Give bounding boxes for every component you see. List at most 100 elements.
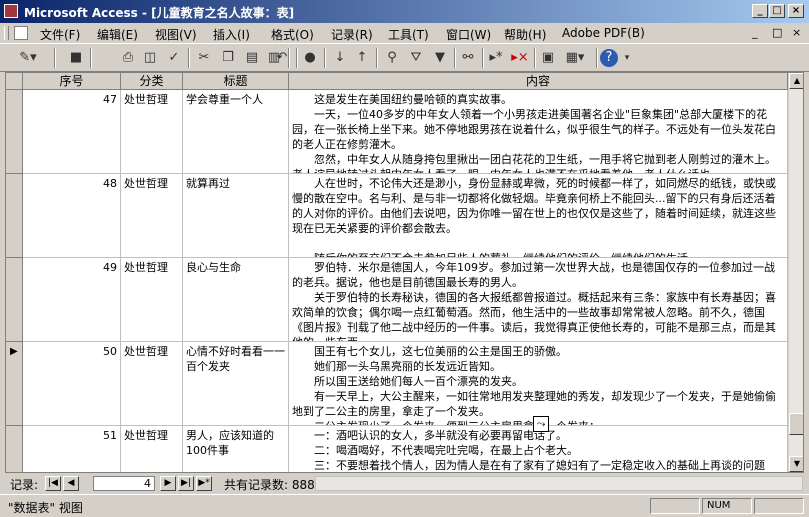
cell-id[interactable]: 47 <box>23 90 121 173</box>
cell-category[interactable]: 处世哲理 <box>121 258 183 341</box>
cell-id[interactable]: 49 <box>23 258 121 341</box>
record-selector[interactable] <box>6 258 23 342</box>
cell-category[interactable]: 处世哲理 <box>121 90 183 173</box>
cell-title[interactable]: 男人，应该知道的100件事 <box>183 426 289 472</box>
record-selector[interactable] <box>6 90 23 174</box>
new-object-icon[interactable]: ▦▾ <box>560 48 590 68</box>
menu-file[interactable]: 文件(F) <box>40 26 80 43</box>
cell-category[interactable]: 处世哲理 <box>121 174 183 257</box>
menu-adobe-pdf[interactable]: Adobe PDF(B) <box>562 26 645 40</box>
toolbar-separator <box>54 48 56 68</box>
cut-icon[interactable]: ✂ <box>194 48 214 68</box>
help-icon[interactable]: ? <box>600 49 618 67</box>
current-record-input[interactable] <box>93 476 155 491</box>
last-record-button[interactable]: ▶| <box>178 476 194 491</box>
scroll-thumb[interactable] <box>789 413 803 435</box>
table-row[interactable]: 49 处世哲理 良心与生命 罗伯特．米尔是德国人，今年109岁。参加过第一次世界… <box>23 258 788 342</box>
cell-title[interactable]: 心情不好时看看一一百个发夹 <box>183 342 289 425</box>
menu-grip-handle[interactable] <box>4 26 9 40</box>
close-button[interactable]: × <box>788 4 804 18</box>
view-icon[interactable]: ✎▾ <box>8 48 48 68</box>
database-window-icon[interactable]: ▣ <box>538 48 558 68</box>
sort-descending-icon[interactable]: ↑ <box>352 48 372 68</box>
table-row[interactable]: 50 处世哲理 心情不好时看看一一百个发夹 国王有七个女儿，这七位美丽的公主是国… <box>23 342 788 426</box>
table-row[interactable]: 47 处世哲理 学会尊重一个人 这是发生在美国纽约曼哈顿的真实故事。 一天，一位… <box>23 90 788 174</box>
access-app-icon[interactable] <box>4 4 18 18</box>
apply-filter-icon[interactable]: ▼ <box>430 48 450 68</box>
menu-bar: 文件(F) 编辑(E) 视图(V) 插入(I) 格式(O) 记录(R) 工具(T… <box>0 23 809 44</box>
next-record-button[interactable]: ▶ <box>160 476 176 491</box>
hyperlink-icon[interactable]: ● <box>300 48 320 68</box>
select-all-corner[interactable] <box>6 73 23 90</box>
new-record-nav-button[interactable]: ▶* <box>196 476 212 491</box>
column-header-content[interactable]: 内容 <box>289 73 788 90</box>
undo-icon[interactable]: ↶ <box>272 48 292 68</box>
minimize-button[interactable]: _ <box>752 4 768 18</box>
menu-view[interactable]: 视图(V) <box>155 26 197 43</box>
doc-minimize-button[interactable]: _ <box>752 26 758 39</box>
toolbar-separator <box>296 48 298 68</box>
column-header-category[interactable]: 分类 <box>121 73 183 90</box>
cell-title[interactable]: 学会尊重一个人 <box>183 90 289 173</box>
cell-id[interactable]: 51 <box>23 426 121 472</box>
menu-records[interactable]: 记录(R) <box>331 26 373 43</box>
toolbar-separator <box>596 48 598 68</box>
document-icon[interactable] <box>14 26 28 40</box>
menu-window[interactable]: 窗口(W) <box>446 26 491 43</box>
status-pane <box>754 498 804 514</box>
paste-icon[interactable]: ▤ <box>242 48 262 68</box>
scroll-up-icon[interactable]: ▲ <box>789 73 803 89</box>
horizontal-scrollbar[interactable] <box>315 476 803 491</box>
cell-content[interactable]: 罗伯特．米尔是德国人，今年109岁。参加过第一次世界大战，也是德国仅存的一位参加… <box>289 258 788 341</box>
filter-by-form-icon[interactable]: ⛛ <box>406 48 426 68</box>
delete-record-icon[interactable]: ▸× <box>510 48 530 68</box>
print-icon[interactable]: ⎙ <box>118 48 138 68</box>
cell-title[interactable]: 就算再过 <box>183 174 289 257</box>
cell-category[interactable]: 处世哲理 <box>121 342 183 425</box>
first-record-button[interactable]: |◀ <box>45 476 61 491</box>
cell-content[interactable]: 一：酒吧认识的女人，多半就没有必要再留电话了。 二：喝酒喝好，不代表喝完吐完喝，… <box>289 426 788 472</box>
cell-title[interactable]: 良心与生命 <box>183 258 289 341</box>
record-navigation-bar: 记录: |◀ ◀ ▶ ▶| ▶* 共有记录数: 888 <box>5 474 804 493</box>
menu-help[interactable]: 帮助(H) <box>504 26 546 43</box>
record-selector[interactable] <box>6 174 23 258</box>
print-preview-icon[interactable]: ◫ <box>140 48 160 68</box>
current-record-arrow-icon: ▶ <box>10 346 18 357</box>
table-row[interactable]: 51 处世哲理 男人，应该知道的100件事 一：酒吧认识的女人，多半就没有必要再… <box>23 426 788 472</box>
toolbar-options-icon[interactable]: ▾ <box>622 48 632 68</box>
status-pane <box>650 498 700 514</box>
previous-record-button[interactable]: ◀ <box>63 476 79 491</box>
toolbar: ✎▾ ■ ⎙ ◫ ✓ ✂ ❐ ▤ ▥ ↶ ● ↓ ↑ ⚲ ⛛ ▼ ⚯ ▸* ▸×… <box>0 44 809 72</box>
menu-format[interactable]: 格式(O) <box>271 26 314 43</box>
record-count: 共有记录数: 888 <box>224 478 315 492</box>
scroll-down-icon[interactable]: ▼ <box>789 456 803 472</box>
new-record-icon[interactable]: ▸* <box>486 48 506 68</box>
toolbar-separator <box>376 48 378 68</box>
table-row[interactable]: 48 处世哲理 就算再过 人在世时，不论伟大还是渺小，身份显赫或卑微，死的时候都… <box>23 174 788 258</box>
cell-content[interactable]: 这是发生在美国纽约曼哈顿的真实故事。 一天，一位40多岁的中年女人领着一个小男孩… <box>289 90 788 173</box>
restore-button[interactable]: □ <box>769 4 785 18</box>
column-header-id[interactable]: 序号 <box>23 73 121 90</box>
menu-insert[interactable]: 插入(I) <box>213 26 250 43</box>
doc-close-button[interactable]: × <box>792 26 801 39</box>
doc-restore-button[interactable]: □ <box>772 26 782 39</box>
column-header-title[interactable]: 标题 <box>183 73 289 90</box>
filter-by-selection-icon[interactable]: ⚲ <box>382 48 402 68</box>
cell-content[interactable]: 人在世时，不论伟大还是渺小，身份显赫或卑微，死的时候都一样了，如同燃尽的纸钱，或… <box>289 174 788 257</box>
toolbar-separator <box>90 48 92 68</box>
cell-category[interactable]: 处世哲理 <box>121 426 183 472</box>
record-selector-current[interactable]: ▶ <box>6 342 23 426</box>
menu-edit[interactable]: 编辑(E) <box>97 26 138 43</box>
record-selector[interactable] <box>6 426 23 472</box>
cell-id[interactable]: 50 <box>23 342 121 425</box>
find-icon[interactable]: ⚯ <box>458 48 478 68</box>
copy-icon[interactable]: ❐ <box>218 48 238 68</box>
menu-tools[interactable]: 工具(T) <box>388 26 429 43</box>
sort-ascending-icon[interactable]: ↓ <box>330 48 350 68</box>
save-icon[interactable]: ■ <box>66 48 86 68</box>
vertical-scrollbar[interactable]: ▲ ▼ <box>788 73 803 472</box>
status-bar: "数据表" 视图 NUM <box>0 494 809 517</box>
cell-id[interactable]: 48 <box>23 174 121 257</box>
cell-content[interactable]: 国王有七个女儿，这七位美丽的公主是国王的骄傲。 她们那一头乌黑亮丽的长发远近皆知… <box>289 342 788 425</box>
spelling-icon[interactable]: ✓ <box>164 48 184 68</box>
